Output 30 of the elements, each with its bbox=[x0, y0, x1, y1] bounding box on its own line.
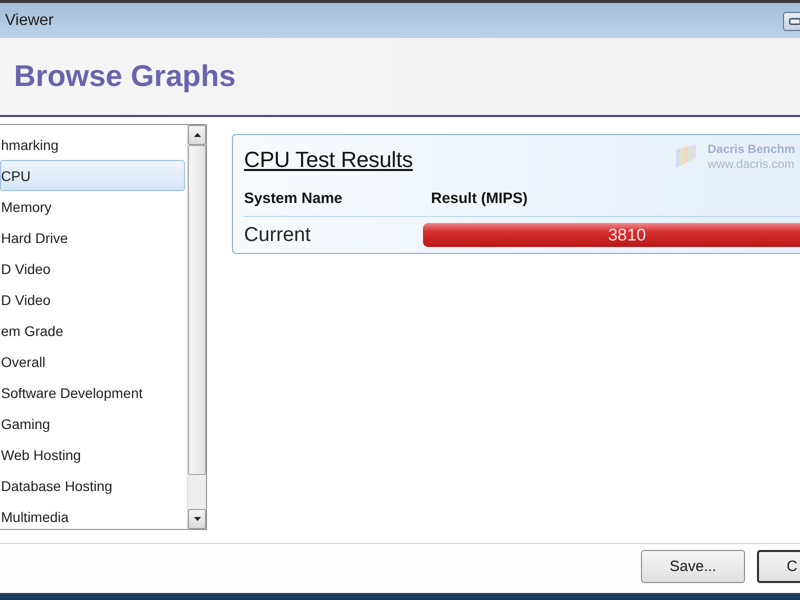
page-heading: Browse Graphs bbox=[14, 60, 236, 94]
logo-url: www.dacris.com bbox=[708, 157, 795, 172]
list-item[interactable]: Software Development bbox=[0, 377, 185, 408]
list-item[interactable]: Gaming bbox=[0, 408, 185, 439]
list-item[interactable]: Database Hosting bbox=[0, 470, 185, 501]
save-button[interactable]: Save... bbox=[641, 550, 745, 583]
system-name: Current bbox=[244, 224, 312, 247]
scrollbar-thumb[interactable] bbox=[188, 145, 206, 475]
list-item[interactable]: D Video bbox=[0, 284, 185, 315]
bar-value-label: 3810 bbox=[608, 226, 646, 245]
dialog-button[interactable]: C bbox=[757, 550, 800, 583]
up-triangle-icon bbox=[194, 133, 200, 137]
column-header: System Name bbox=[244, 190, 344, 207]
list-item[interactable]: em Grade bbox=[0, 315, 185, 346]
bars-icon bbox=[674, 142, 699, 168]
column-header: Result (MIPS) bbox=[431, 190, 528, 207]
list-item[interactable]: hmarking bbox=[0, 129, 185, 160]
list-item[interactable]: CPU bbox=[0, 160, 185, 191]
list-item[interactable]: D Video bbox=[0, 253, 185, 284]
list-item[interactable]: Multimedia bbox=[0, 501, 185, 532]
list-item[interactable]: Overall bbox=[0, 346, 185, 377]
logo-name: Dacris Benchm bbox=[708, 142, 795, 157]
list-item[interactable]: Web Hosting bbox=[0, 439, 185, 470]
down-triangle-icon bbox=[194, 517, 200, 521]
chart-title: CPU Test Results bbox=[244, 147, 413, 173]
list-item[interactable]: Hard Drive bbox=[0, 222, 185, 253]
window-title: Viewer bbox=[5, 12, 54, 30]
list-item[interactable]: Memory bbox=[0, 191, 185, 222]
scroll-up-button[interactable] bbox=[188, 125, 206, 145]
scroll-down-button[interactable] bbox=[188, 509, 206, 529]
